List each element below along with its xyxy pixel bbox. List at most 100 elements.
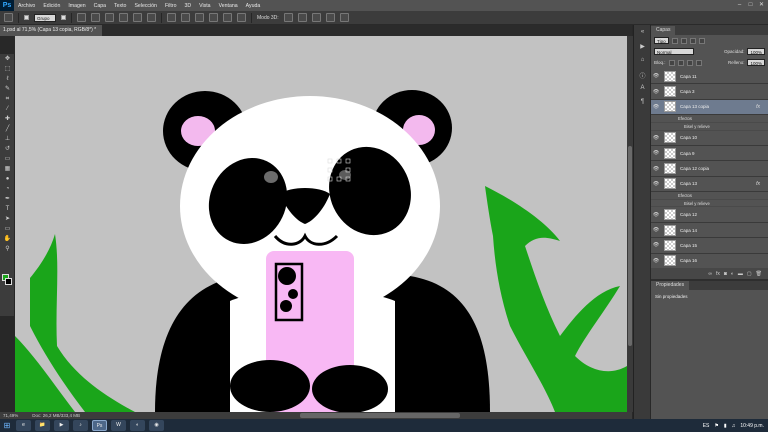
align-right-icon[interactable] bbox=[147, 13, 156, 22]
distribute-left-icon[interactable] bbox=[209, 13, 218, 22]
pen-icon[interactable]: ✒ bbox=[2, 195, 13, 204]
align-center-icon[interactable] bbox=[133, 13, 142, 22]
menu-item-archivo[interactable]: Archivo bbox=[14, 3, 39, 9]
type-icon[interactable]: T bbox=[2, 205, 13, 214]
menu-item-ventana[interactable]: Ventana bbox=[215, 3, 242, 9]
effects-row[interactable]: Efectos bbox=[651, 192, 768, 200]
vertical-scroll-thumb[interactable] bbox=[628, 146, 632, 346]
distribute-center-icon[interactable] bbox=[223, 13, 232, 22]
3d-drag-icon[interactable] bbox=[311, 13, 321, 22]
menu-item-ayuda[interactable]: Ayuda bbox=[242, 3, 265, 9]
align-top-icon[interactable] bbox=[77, 13, 86, 22]
shape-icon[interactable]: ▭ bbox=[2, 225, 13, 234]
taskbar-chrome-icon[interactable]: ◉ bbox=[149, 420, 164, 431]
tab-layers[interactable]: Capas bbox=[651, 26, 676, 35]
fill-input[interactable]: 100% bbox=[747, 59, 765, 66]
document-tab[interactable]: 1.psd al 71,5% (Capa 13 copia, RGB/8*) * bbox=[0, 25, 103, 36]
play-actions-icon[interactable]: ▶ bbox=[637, 43, 648, 53]
taskbar-ie-icon[interactable]: e bbox=[16, 420, 31, 431]
effects-row[interactable]: Efectos bbox=[651, 115, 768, 123]
eye-icon[interactable]: 👁 bbox=[651, 242, 661, 248]
new-group-icon[interactable]: ▬ bbox=[738, 271, 743, 277]
taskbar-app-icon[interactable]: ◐ bbox=[130, 420, 145, 431]
lock-all-icon[interactable] bbox=[695, 59, 702, 66]
effect-row[interactable]: Bisel y relieve bbox=[651, 123, 768, 131]
horizontal-scroll-thumb[interactable] bbox=[300, 413, 460, 418]
eraser-icon[interactable]: ▭ bbox=[2, 155, 13, 164]
filter-adjust-icon[interactable] bbox=[680, 37, 687, 44]
marquee-icon[interactable]: ⬚ bbox=[2, 65, 13, 74]
tab-properties[interactable]: Propiedades bbox=[651, 281, 690, 290]
auto-select-checkbox[interactable] bbox=[24, 15, 29, 20]
menu-item-texto[interactable]: Texto bbox=[110, 3, 130, 9]
history-icon[interactable]: ⌂ bbox=[637, 57, 648, 67]
layer-row[interactable]: 👁 Capa 14 bbox=[651, 223, 768, 239]
eye-icon[interactable]: 👁 bbox=[651, 73, 661, 79]
eye-icon[interactable]: 👁 bbox=[651, 181, 661, 187]
taskbar-explorer-icon[interactable]: 📁 bbox=[35, 420, 50, 431]
move-tool-preset-icon[interactable] bbox=[4, 13, 13, 22]
eye-icon[interactable]: 👁 bbox=[651, 227, 661, 233]
move-icon[interactable]: ✥ bbox=[2, 55, 13, 64]
taskbar-music-icon[interactable]: ♪ bbox=[73, 420, 88, 431]
fx-icon[interactable]: fx bbox=[756, 181, 760, 187]
minimize-button[interactable]: – bbox=[735, 1, 744, 9]
layer-row[interactable]: 👁 Capa 3 bbox=[651, 84, 768, 100]
volume-icon[interactable]: ♫ bbox=[732, 423, 736, 429]
layer-row[interactable]: 👁 Capa 10 bbox=[651, 131, 768, 146]
3d-scale-icon[interactable] bbox=[339, 13, 349, 22]
zoom-icon[interactable]: ⚲ bbox=[2, 245, 13, 254]
stamp-icon[interactable]: ⊥ bbox=[2, 135, 13, 144]
path-select-icon[interactable]: ➤ bbox=[2, 215, 13, 224]
3d-rotate-icon[interactable] bbox=[283, 13, 293, 22]
layer-row[interactable]: 👁 Capa 13 fx bbox=[651, 177, 768, 193]
3d-roll-icon[interactable] bbox=[297, 13, 307, 22]
filter-type-select[interactable]: Tipo bbox=[654, 37, 669, 44]
paragraph-icon[interactable]: ¶ bbox=[637, 99, 648, 109]
blur-icon[interactable]: ● bbox=[2, 175, 13, 184]
menu-item-capa[interactable]: Capa bbox=[90, 3, 110, 9]
hand-icon[interactable]: ✋ bbox=[2, 235, 13, 244]
menu-item-3d[interactable]: 3D bbox=[180, 3, 195, 9]
filter-pixel-icon[interactable] bbox=[671, 37, 678, 44]
layer-row[interactable]: 👁 Capa 12 bbox=[651, 207, 768, 223]
healing-icon[interactable]: ✚ bbox=[2, 115, 13, 124]
brush-icon[interactable]: ╱ bbox=[2, 125, 13, 134]
collapse-panels-icon[interactable]: « bbox=[637, 29, 648, 39]
eyedropper-icon[interactable]: ⁄ bbox=[2, 105, 13, 114]
link-layers-icon[interactable]: ∞ bbox=[708, 271, 712, 277]
eye-icon[interactable]: 👁 bbox=[651, 135, 661, 141]
eye-icon[interactable]: 👁 bbox=[651, 150, 661, 156]
add-style-icon[interactable]: fx bbox=[716, 271, 720, 277]
network-icon[interactable]: ▮ bbox=[724, 423, 727, 429]
menu-item-vista[interactable]: Vista bbox=[195, 3, 214, 9]
eye-icon[interactable]: 👁 bbox=[651, 89, 661, 95]
filter-shape-icon[interactable] bbox=[698, 37, 705, 44]
align-bottom-icon[interactable] bbox=[105, 13, 114, 22]
menu-item-filtro[interactable]: Filtro bbox=[161, 3, 181, 9]
eye-icon[interactable]: 👁 bbox=[651, 166, 661, 172]
distribute-top-icon[interactable] bbox=[167, 13, 176, 22]
eye-icon[interactable]: 👁 bbox=[651, 258, 661, 264]
opacity-input[interactable]: 100% bbox=[747, 48, 765, 55]
document-canvas[interactable] bbox=[15, 36, 627, 412]
menu-item-edición[interactable]: Edición bbox=[39, 3, 64, 9]
distribute-bottom-icon[interactable] bbox=[195, 13, 204, 22]
new-layer-icon[interactable]: ▢ bbox=[747, 271, 752, 277]
blend-mode-select[interactable]: Normal bbox=[654, 48, 694, 55]
language-indicator[interactable]: ES bbox=[703, 423, 710, 429]
lock-pixels-icon[interactable] bbox=[677, 59, 684, 66]
character-icon[interactable]: A bbox=[637, 85, 648, 95]
taskbar-word-icon[interactable]: W bbox=[111, 420, 126, 431]
show-transform-checkbox[interactable] bbox=[61, 15, 66, 20]
layer-row[interactable]: 👁 Capa 11 bbox=[651, 69, 768, 85]
lock-transparent-icon[interactable] bbox=[668, 59, 675, 66]
distribute-right-icon[interactable] bbox=[237, 13, 246, 22]
layer-row[interactable]: 👁 Capa 16 bbox=[651, 254, 768, 267]
add-mask-icon[interactable]: ◙ bbox=[724, 271, 727, 277]
align-left-icon[interactable] bbox=[119, 13, 128, 22]
gradient-icon[interactable]: ▦ bbox=[2, 165, 13, 174]
lock-position-icon[interactable] bbox=[686, 59, 693, 66]
3d-slide-icon[interactable] bbox=[325, 13, 335, 22]
auto-select-dropdown[interactable]: Grupo bbox=[34, 13, 56, 22]
